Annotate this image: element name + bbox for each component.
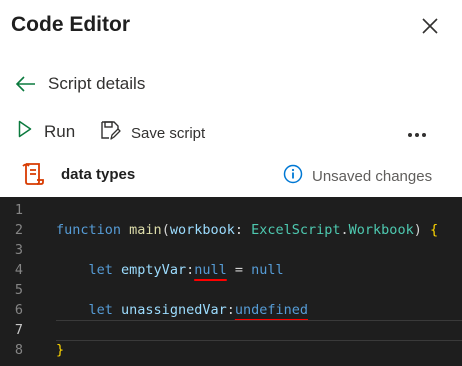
code-text: } (56, 340, 64, 360)
code-token: workbook (169, 222, 235, 238)
code-token: unassignedVar (121, 302, 227, 318)
script-info-row: data types Unsaved changes (0, 158, 462, 192)
code-token: function (56, 222, 122, 238)
code-token: let (88, 302, 113, 318)
info-icon (283, 164, 303, 189)
code-text: let emptyVar:null = null (56, 260, 284, 280)
line-number: 5 (14, 282, 23, 298)
code-token: null (251, 262, 284, 278)
code-token: : (226, 302, 235, 318)
code-token: = (226, 262, 252, 278)
line-number: 4 (14, 262, 23, 278)
save-script-label: Save script (131, 124, 206, 142)
play-icon (18, 120, 32, 143)
back-to-script-details[interactable]: Script details (0, 66, 462, 102)
code-token: } (56, 342, 65, 358)
code-text: function main(workbook: ExcelScript.Work… (56, 220, 438, 240)
line-number: 2 (14, 222, 23, 238)
code-token: ( (161, 222, 170, 238)
code-line[interactable]: 5 (0, 280, 462, 300)
code-line[interactable]: 3 (0, 240, 462, 260)
run-label: Run (44, 121, 76, 141)
code-token: { (429, 222, 439, 238)
line-number: 1 (14, 202, 23, 218)
toolbar: Run Save script (0, 114, 462, 150)
code-line[interactable]: 6 let unassignedVar:undefined (0, 300, 462, 320)
panel-header: Code Editor (0, 0, 462, 55)
code-token: : (234, 222, 252, 238)
code-line[interactable]: 2 function main(workbook: ExcelScript.Wor… (0, 220, 462, 240)
code-line[interactable]: 7 (0, 320, 462, 341)
line-number: 6 (14, 302, 23, 318)
current-line-highlight (56, 320, 462, 341)
error-token: undefined (234, 302, 309, 318)
code-token: let (88, 262, 113, 278)
arrow-left-icon[interactable] (14, 75, 36, 93)
code-token: . (340, 222, 349, 238)
code-editor[interactable]: 1 2 function main(workbook: ExcelScript.Wo… (0, 197, 462, 366)
script-file-icon (22, 162, 44, 191)
line-number: 8 (14, 342, 23, 358)
panel-title: Code Editor (11, 13, 130, 36)
back-label[interactable]: Script details (48, 74, 145, 94)
code-token: ) (413, 222, 430, 238)
code-text: let unassignedVar:undefined (56, 300, 309, 320)
line-number: 3 (14, 242, 23, 258)
script-name: data types (61, 166, 136, 183)
code-line[interactable]: 4 let emptyVar:null = null (0, 260, 462, 280)
code-token: main (129, 222, 162, 238)
line-number: 7 (14, 322, 23, 338)
code-token: Workbook (348, 222, 414, 238)
code-token: emptyVar (121, 262, 187, 278)
error-token: null (194, 262, 227, 278)
code-token: : (186, 262, 195, 278)
unsaved-status: Unsaved changes (283, 164, 432, 189)
save-script-icon (100, 120, 121, 146)
code-line[interactable]: 8} (0, 340, 462, 360)
code-token: ExcelScript (251, 222, 341, 238)
close-icon[interactable] (418, 14, 442, 38)
more-icon[interactable] (408, 124, 432, 140)
code-line[interactable]: 1 (0, 200, 462, 220)
unsaved-changes-text: Unsaved changes (312, 168, 433, 185)
save-script-button[interactable]: Save script (100, 120, 205, 146)
run-button[interactable]: Run (18, 120, 75, 143)
